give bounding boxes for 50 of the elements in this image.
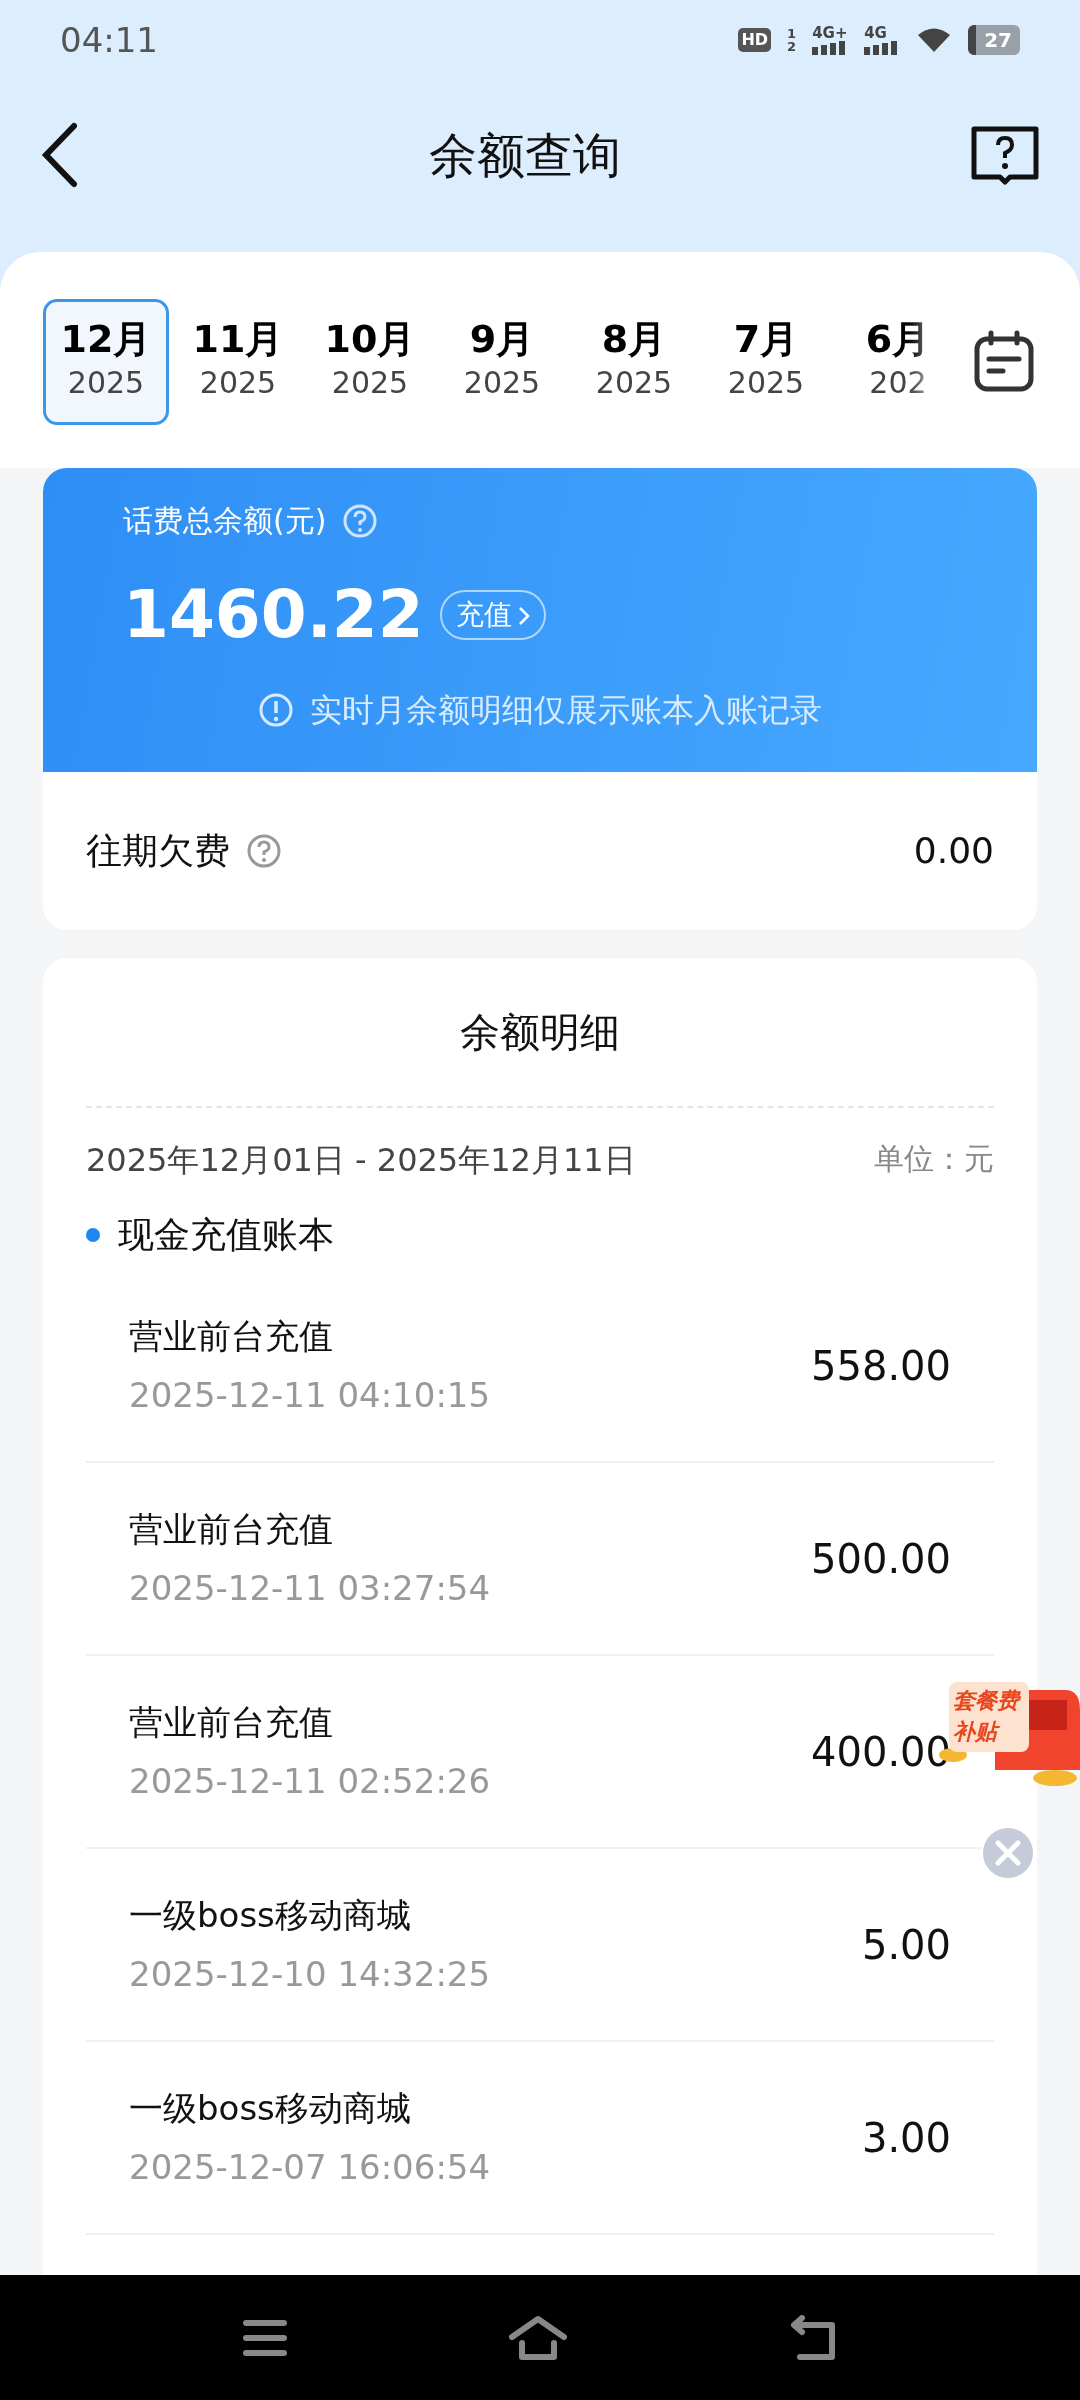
transaction-time: 2025-12-07 16:06:54	[129, 2145, 491, 2189]
month-tab[interactable]: 8月 2025	[571, 299, 697, 425]
battery-icon: 27	[968, 25, 1020, 55]
chevron-icon	[517, 605, 530, 626]
balance-amount: 1460.22	[123, 575, 424, 655]
transaction-amount: 3.00	[861, 2113, 951, 2163]
sim-number: 2	[787, 40, 797, 53]
wifi-icon	[916, 26, 953, 54]
back-icon[interactable]	[788, 2314, 838, 2361]
month-tab[interactable]: 6月 202	[835, 299, 947, 425]
transaction-name: 一级boss移动商城	[129, 2086, 412, 2130]
transaction-name: 营业前台充值	[129, 1700, 334, 1744]
info-icon	[258, 692, 294, 728]
back-icon[interactable]	[40, 122, 80, 188]
network-type: 4G+	[812, 25, 849, 41]
month-tab[interactable]: 11月 2025	[175, 299, 301, 425]
bullet-icon	[86, 1228, 100, 1242]
transaction-time: 2025-12-11 02:52:26	[129, 1759, 491, 1803]
transaction-amount: 558.00	[811, 1341, 951, 1391]
transaction-time: 2025-12-11 04:10:15	[129, 1373, 491, 1417]
month-tab[interactable]: 7月 2025	[703, 299, 829, 425]
network-type: 4G	[864, 25, 888, 41]
ledger-title: 现金充值账本	[118, 1213, 334, 1257]
sim-number: 1	[787, 27, 797, 40]
arrears-amount: 0.00	[913, 829, 994, 873]
transaction-name: 一级boss移动商城	[129, 1893, 412, 1937]
month-tab[interactable]: 12月 2025	[43, 299, 169, 425]
help-book-icon[interactable]	[970, 125, 1040, 185]
home-icon[interactable]	[508, 2314, 568, 2361]
hd-icon: HD	[738, 28, 772, 52]
promo-text: 套餐费补贴	[949, 1682, 1029, 1752]
transaction-name: 营业前台充值	[129, 1507, 334, 1551]
status-time: 04:11	[60, 18, 158, 62]
notice-text: 实时月余额明细仅展示账本入账记录	[310, 690, 822, 731]
month-tab[interactable]: 9月 2025	[439, 299, 565, 425]
transaction-amount: 400.00	[811, 1727, 951, 1777]
arrears-label: 往期欠费	[86, 829, 230, 873]
date-range: 2025年12月01日 - 2025年12月11日	[86, 1140, 636, 1181]
transaction-amount: 500.00	[811, 1534, 951, 1584]
transaction-amount: 5.00	[861, 1920, 951, 1970]
balance-label: 话费总余额(元)	[123, 502, 327, 540]
month-tab[interactable]: 10月 2025	[307, 299, 433, 425]
transaction-name: 营业前台充值	[129, 1314, 334, 1358]
unit-label: 单位：元	[874, 1140, 994, 1178]
menu-icon[interactable]	[242, 2318, 288, 2357]
page-title: 余额查询	[429, 126, 621, 185]
section-title: 余额明细	[460, 1008, 620, 1057]
transaction-time: 2025-12-10 14:32:25	[129, 1952, 491, 1996]
help-icon[interactable]	[246, 833, 282, 869]
transaction-time: 2025-12-11 03:27:54	[129, 1566, 491, 1610]
